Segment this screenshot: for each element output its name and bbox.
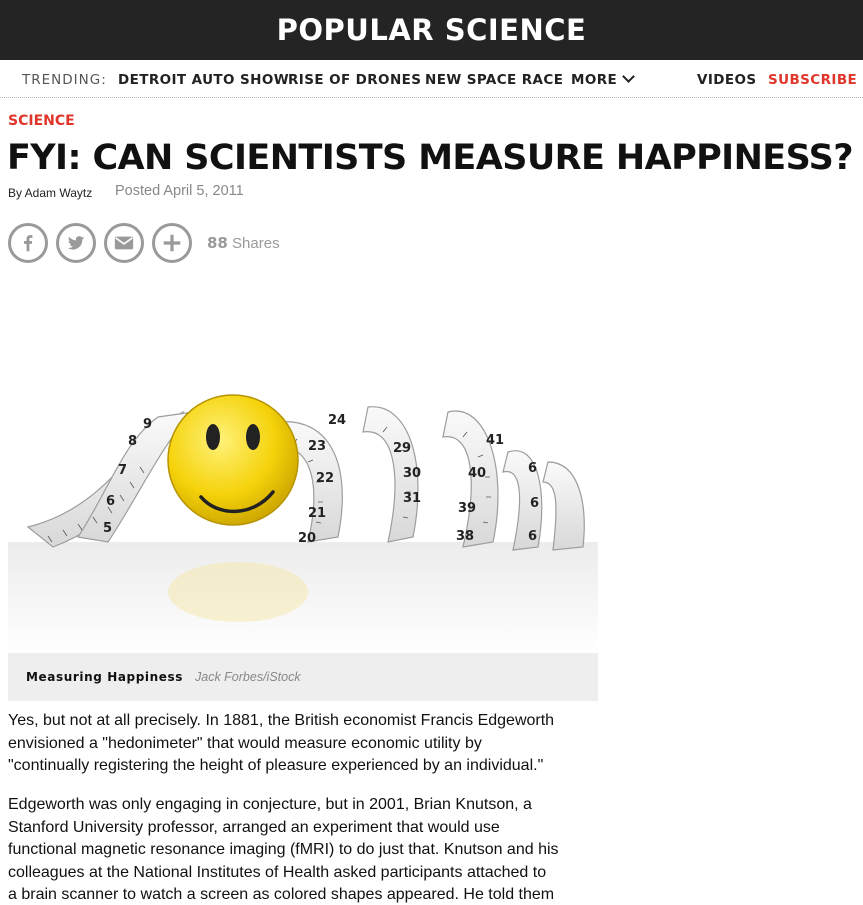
paragraph-line: a brain scanner to watch a screen as col… — [8, 886, 555, 903]
trending-label: TRENDING: — [22, 72, 107, 88]
tape-number: 6 — [528, 461, 537, 476]
tape-number: 29 — [393, 441, 411, 456]
twitter-icon — [67, 236, 85, 250]
share-email-button[interactable] — [104, 223, 144, 263]
hero-image: 5 6 7 8 9 20 21 22 23 24 29 30 31 38 39 … — [8, 292, 598, 653]
nav-subscribe-link[interactable]: SUBSCRIBE — [768, 72, 857, 88]
image-caption: Measuring Happiness Jack Forbes/iStock — [8, 653, 598, 701]
tape-number: 9 — [143, 417, 152, 432]
nav-item-more[interactable]: MORE — [571, 70, 636, 88]
tape-number: 8 — [128, 434, 137, 449]
tape-number: 31 — [403, 491, 421, 506]
tape-number: 5 — [103, 521, 112, 536]
tape-number: 24 — [328, 413, 346, 428]
paragraph-line: colleagues at the National Institutes of… — [8, 863, 547, 881]
nav-item-new-space-race[interactable]: NEW SPACE RACE — [425, 72, 563, 88]
site-logo[interactable]: POPULAR SCIENCE — [277, 13, 587, 47]
share-count-label: Shares — [232, 235, 280, 252]
nav-more-label: MORE — [571, 72, 618, 88]
envelope-icon — [114, 236, 134, 250]
smiley-reflection — [168, 562, 308, 622]
share-count-number: 88 — [207, 234, 228, 252]
paragraph-line: Yes, but not at all precisely. In 1881, … — [8, 712, 555, 729]
site-header: POPULAR SCIENCE — [0, 0, 863, 60]
paragraph-line: envisioned a "hedonimeter" that would me… — [8, 734, 482, 752]
tape-number: 39 — [458, 501, 476, 516]
tape-number: 41 — [486, 433, 504, 448]
tape-number: 40 — [468, 466, 486, 481]
chevron-down-icon — [622, 70, 636, 83]
tape-number: 6 — [530, 496, 539, 511]
paragraph-line: "continually registering the height of p… — [8, 757, 544, 774]
tape-number: 7 — [118, 463, 127, 478]
tape-number: 38 — [456, 529, 474, 544]
article-paragraph-1: Yes, but not at all precisely. In 1881, … — [8, 710, 603, 778]
nav-videos-link[interactable]: VIDEOS — [697, 72, 757, 88]
tape-number: 6 — [528, 529, 537, 544]
paragraph-line: Stanford University professor, arranged … — [8, 818, 500, 836]
plus-icon — [163, 234, 181, 252]
share-twitter-button[interactable] — [56, 223, 96, 263]
nav-item-detroit-auto-show[interactable]: DETROIT AUTO SHOW — [118, 72, 289, 88]
facebook-icon — [23, 235, 33, 252]
tape-number: 6 — [106, 494, 115, 509]
posted-date: Posted April 5, 2011 — [115, 183, 244, 199]
paragraph-line: Edgeworth was only engaging in conjectur… — [8, 796, 532, 813]
caption-credit: Jack Forbes/iStock — [195, 670, 301, 684]
tape-number: 23 — [308, 439, 326, 454]
share-count: 88 Shares — [207, 234, 280, 252]
tape-number: 21 — [308, 506, 326, 521]
byline[interactable]: By Adam Waytz — [8, 186, 92, 200]
smiley-face — [167, 394, 299, 526]
article-paragraph-2: Edgeworth was only engaging in conjectur… — [8, 794, 603, 905]
share-more-button[interactable] — [152, 223, 192, 263]
section-label[interactable]: SCIENCE — [8, 113, 75, 129]
share-facebook-button[interactable] — [8, 223, 48, 263]
tape-number: 20 — [298, 531, 316, 546]
smiley-tape-illustration: 5 6 7 8 9 20 21 22 23 24 29 30 31 38 39 … — [8, 394, 598, 653]
tape-number: 22 — [316, 471, 334, 486]
tape-number: 30 — [403, 466, 421, 481]
caption-title: Measuring Happiness — [26, 670, 184, 684]
article-title: FYI: CAN SCIENTISTS MEASURE HAPPINESS? — [7, 138, 854, 178]
paragraph-line: functional magnetic resonance imaging (f… — [8, 841, 559, 858]
trending-nav: TRENDING: DETROIT AUTO SHOW RISE OF DRON… — [0, 60, 863, 98]
nav-item-rise-of-drones[interactable]: RISE OF DRONES — [288, 72, 421, 88]
